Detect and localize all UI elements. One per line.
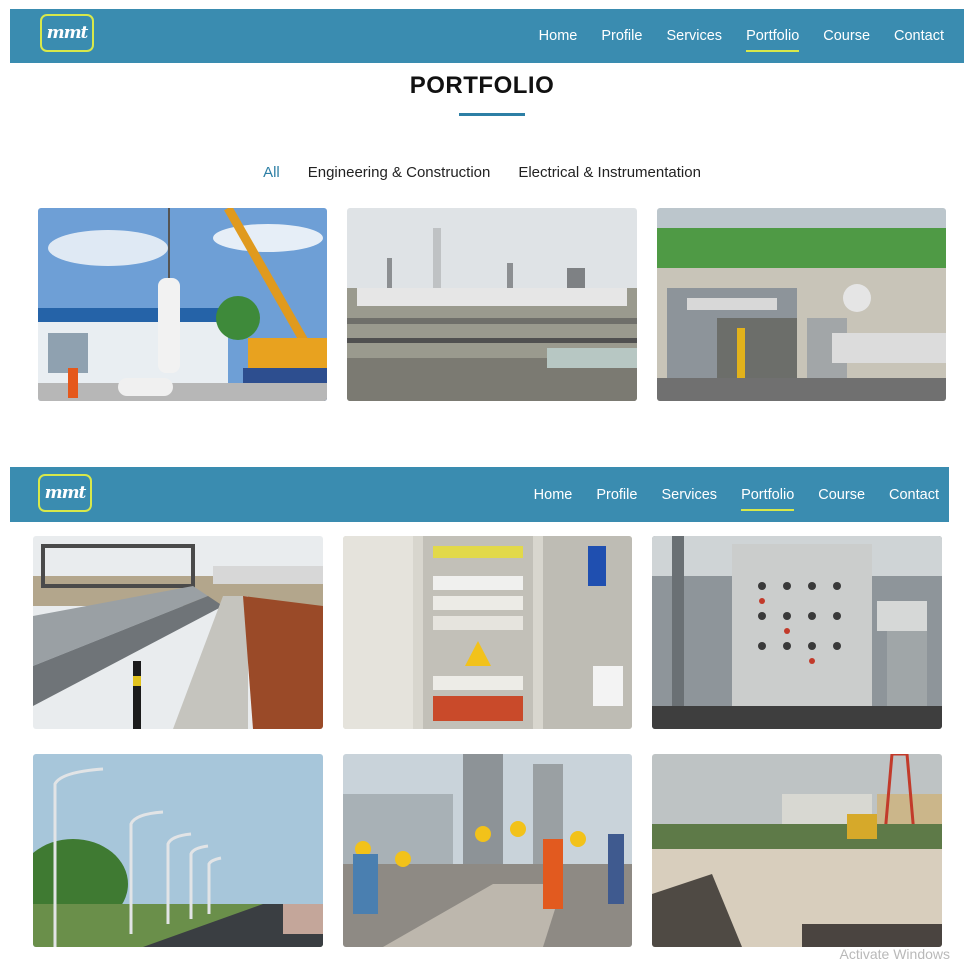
portfolio-image-crane-lift[interactable] <box>38 208 327 401</box>
nav-services-second[interactable]: Services <box>661 485 717 505</box>
filter-all[interactable]: All <box>263 164 280 181</box>
portfolio-image-plant-aerial[interactable] <box>657 208 946 401</box>
nav-profile[interactable]: Profile <box>601 26 642 46</box>
navbar-second: mmt Home Profile Services Portfolio Cour… <box>10 467 949 522</box>
nav-course-second[interactable]: Course <box>818 485 865 505</box>
portfolio-image-concrete-work[interactable] <box>343 754 632 947</box>
portfolio-image-pipe-rack[interactable] <box>33 536 323 729</box>
nav-profile-second[interactable]: Profile <box>596 485 637 505</box>
nav-home-second[interactable]: Home <box>534 485 573 505</box>
logo-text: mmt <box>46 23 89 43</box>
portfolio-image-site-clearing[interactable] <box>652 754 942 947</box>
nav-home[interactable]: Home <box>539 26 578 46</box>
nav-course[interactable]: Course <box>823 26 870 46</box>
nav-contact[interactable]: Contact <box>894 26 944 46</box>
portfolio-image-street-lights[interactable] <box>33 754 323 947</box>
nav-portfolio[interactable]: Portfolio <box>746 26 800 52</box>
filter-electrical-instrumentation[interactable]: Electrical & Instrumentation <box>518 164 701 181</box>
page-title: PORTFOLIO <box>409 72 555 99</box>
nav-portfolio-second[interactable]: Portfolio <box>741 485 795 511</box>
portfolio-image-electrical-panel[interactable] <box>343 536 632 729</box>
portfolio-filters: All Engineering & Construction Electrica… <box>0 164 964 181</box>
logo-second[interactable]: mmt <box>38 474 92 512</box>
nav-contact-second[interactable]: Contact <box>889 485 939 505</box>
logo[interactable]: mmt <box>40 14 94 52</box>
title-underline <box>459 113 525 116</box>
portfolio-image-control-box[interactable] <box>652 536 942 729</box>
nav-menu: Home Profile Services Portfolio Course C… <box>515 9 944 63</box>
nav-services[interactable]: Services <box>666 26 722 46</box>
nav-menu-second: Home Profile Services Portfolio Course C… <box>510 467 939 522</box>
portfolio-image-refinery-site[interactable] <box>347 208 637 401</box>
filter-engineering-construction[interactable]: Engineering & Construction <box>308 164 491 181</box>
logo-text-second: mmt <box>44 483 87 503</box>
navbar-top: mmt Home Profile Services Portfolio Cour… <box>10 9 964 63</box>
